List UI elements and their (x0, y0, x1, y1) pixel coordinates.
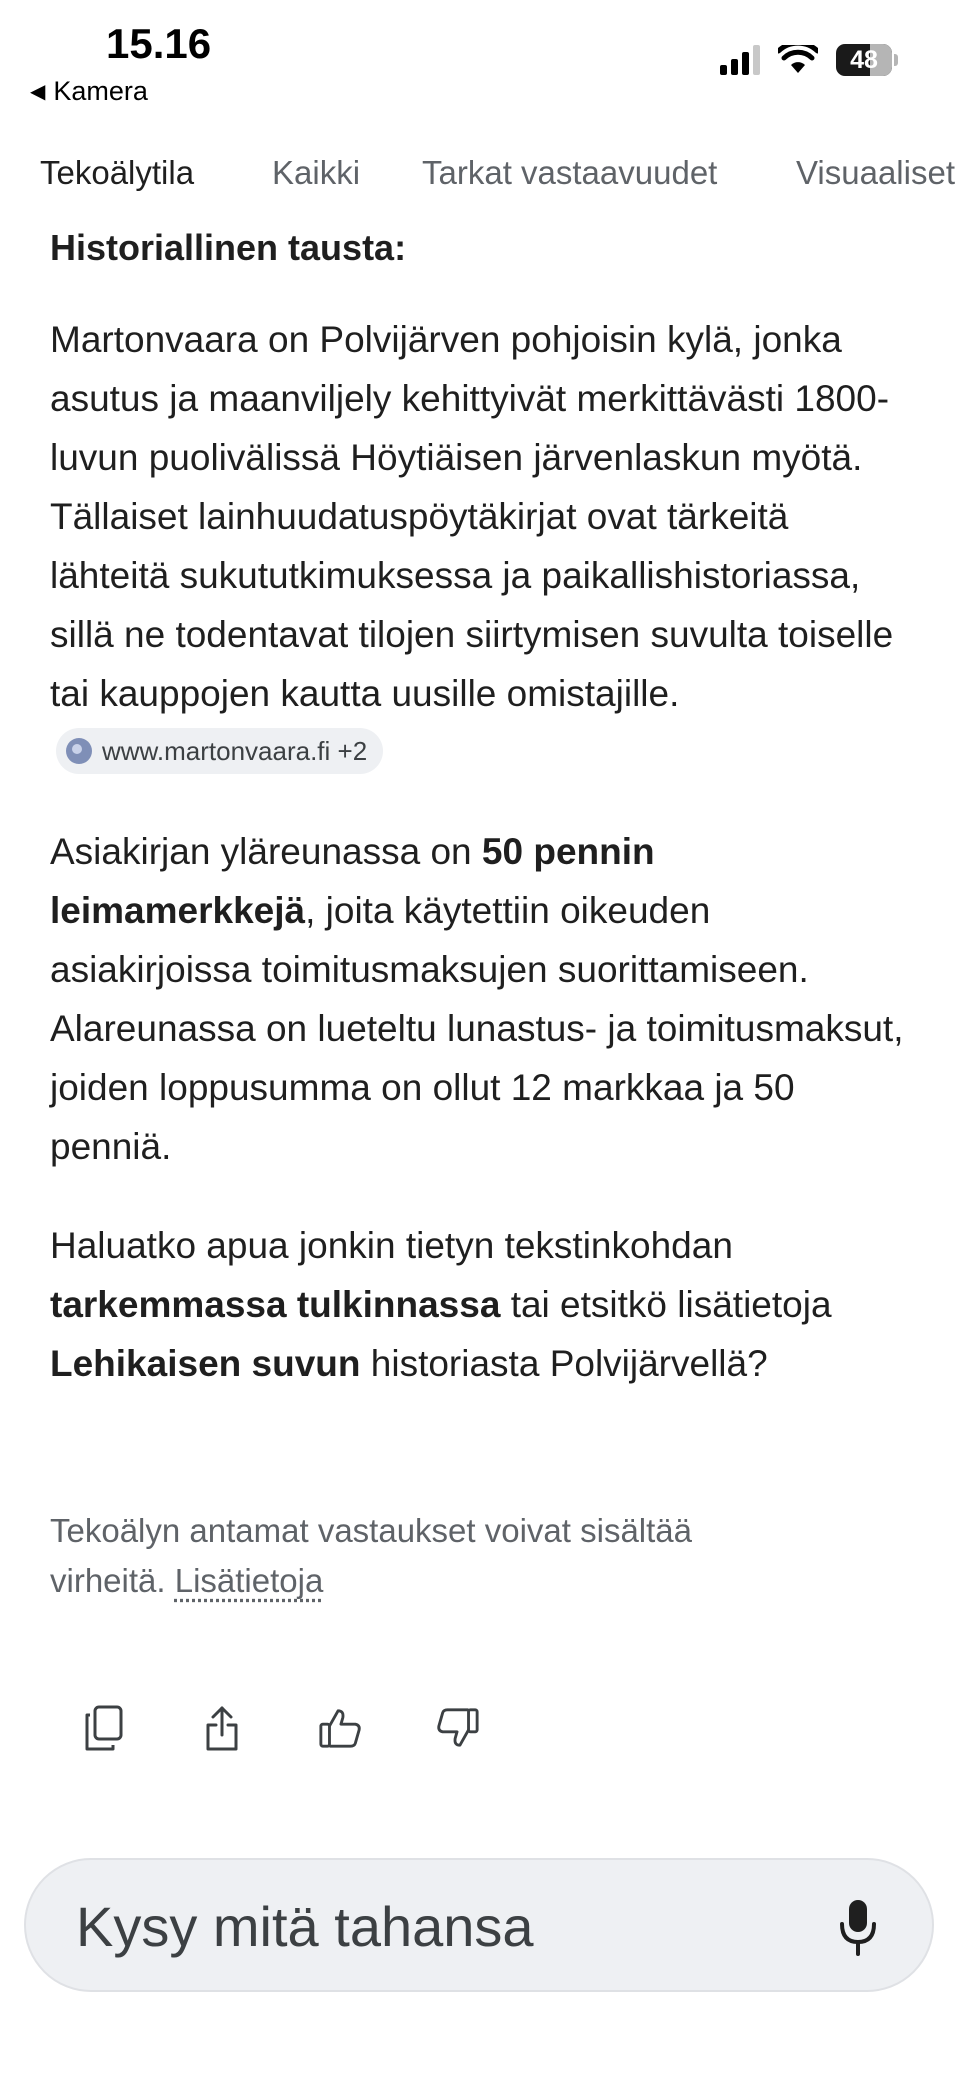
search-tabs: Tekoälytila Kaikki Tarkat vastaavuudet V… (0, 138, 960, 208)
answer-paragraph-2: Asiakirjan yläreunassa on 50 pennin leim… (50, 831, 904, 1167)
learn-more-link[interactable]: Lisätietoja (175, 1562, 324, 1599)
copy-button[interactable] (82, 1705, 126, 1751)
back-to-app-link[interactable]: ◀ Kamera (30, 76, 148, 107)
answer-paragraph-3: Haluatko apua jonkin tietyn tekstinkohda… (50, 1225, 832, 1384)
cellular-signal-icon (720, 45, 760, 75)
microphone-icon[interactable] (838, 1898, 878, 1958)
ai-disclaimer: Tekoälyn antamat vastaukset voivat sisäl… (50, 1512, 693, 1599)
back-app-label: Kamera (53, 76, 148, 106)
answer-actions (82, 1705, 480, 1751)
globe-icon (66, 738, 92, 765)
thumbs-up-button[interactable] (318, 1705, 362, 1751)
battery-level: 48 (850, 45, 878, 74)
tab-ai-mode[interactable]: Tekoälytila (40, 154, 194, 192)
tab-exact-matches[interactable]: Tarkat vastaavuudet (422, 154, 717, 192)
share-button[interactable] (200, 1705, 244, 1751)
share-icon (206, 1706, 238, 1751)
status-bar: 15.16 ◀ Kamera 48 (0, 0, 960, 120)
tab-visual[interactable]: Visuaaliset (796, 154, 955, 192)
ai-answer: Historiallinen tausta: Martonvaara on Po… (50, 222, 910, 1433)
answer-paragraph-1: Martonvaara on Polvijärven pohjoisin kyl… (50, 310, 910, 782)
ask-input[interactable]: Kysy mitä tahansa (24, 1858, 934, 1992)
back-triangle-icon: ◀ (30, 81, 46, 103)
source-chip[interactable]: www.martonvaara.fi +2 (56, 728, 384, 775)
wifi-icon (778, 45, 818, 73)
thumbs-down-button[interactable] (436, 1705, 480, 1751)
status-icons: 48 (720, 44, 898, 76)
thumbs-up-icon (319, 1709, 361, 1748)
thumbs-down-icon (437, 1708, 479, 1747)
source-chip-label: www.martonvaara.fi +2 (102, 735, 368, 766)
ask-placeholder: Kysy mitä tahansa (76, 1895, 534, 1958)
status-time: 15.16 (106, 20, 212, 67)
section-heading: Historiallinen tausta: (50, 227, 407, 268)
tab-all[interactable]: Kaikki (272, 154, 360, 192)
copy-icon (85, 1705, 123, 1751)
battery-icon: 48 (836, 44, 898, 76)
